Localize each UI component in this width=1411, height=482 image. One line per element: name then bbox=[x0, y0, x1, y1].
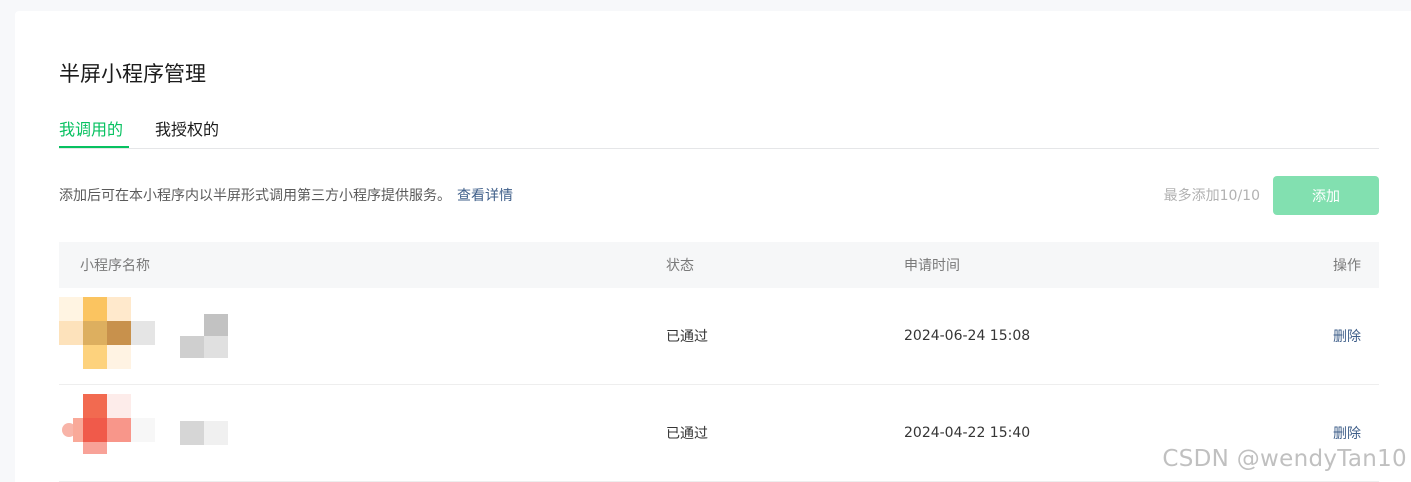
status-badge: 已通过 bbox=[666, 329, 708, 345]
table-row: 已通过 2024-06-24 15:08 删除 bbox=[59, 288, 1379, 385]
header-name: 小程序名称 bbox=[80, 258, 150, 274]
add-limit-text: 最多添加10/10 bbox=[1163, 188, 1260, 204]
miniprogram-avatar bbox=[62, 394, 155, 454]
watermark: CSDN @wendyTan10 bbox=[1162, 446, 1407, 472]
status-badge: 已通过 bbox=[666, 426, 708, 442]
tab-authorized-by-me[interactable]: 我授权的 bbox=[155, 118, 219, 142]
view-details-link[interactable]: 查看详情 bbox=[457, 188, 513, 204]
page-title: 半屏小程序管理 bbox=[59, 62, 206, 86]
active-tab-indicator bbox=[59, 146, 129, 148]
table-header: 小程序名称 状态 申请时间 操作 bbox=[59, 242, 1379, 288]
header-status: 状态 bbox=[666, 258, 694, 274]
add-button[interactable]: 添加 bbox=[1273, 176, 1379, 215]
blurred-name bbox=[180, 314, 228, 358]
header-operation: 操作 bbox=[1333, 258, 1361, 274]
apply-time: 2024-06-24 15:08 bbox=[904, 328, 1031, 344]
delete-button[interactable]: 删除 bbox=[1333, 326, 1361, 346]
description-text: 添加后可在本小程序内以半屏形式调用第三方小程序提供服务。 bbox=[59, 188, 451, 204]
miniprogram-avatar bbox=[59, 297, 155, 369]
tab-invoked-by-me[interactable]: 我调用的 bbox=[59, 118, 123, 142]
tab-bar: 我调用的 我授权的 bbox=[59, 114, 1379, 149]
description: 添加后可在本小程序内以半屏形式调用第三方小程序提供服务。 查看详情 bbox=[59, 185, 513, 207]
apply-time: 2024-04-22 15:40 bbox=[904, 425, 1031, 441]
blurred-name bbox=[180, 421, 228, 445]
delete-button[interactable]: 删除 bbox=[1333, 423, 1361, 443]
header-time: 申请时间 bbox=[904, 258, 960, 274]
